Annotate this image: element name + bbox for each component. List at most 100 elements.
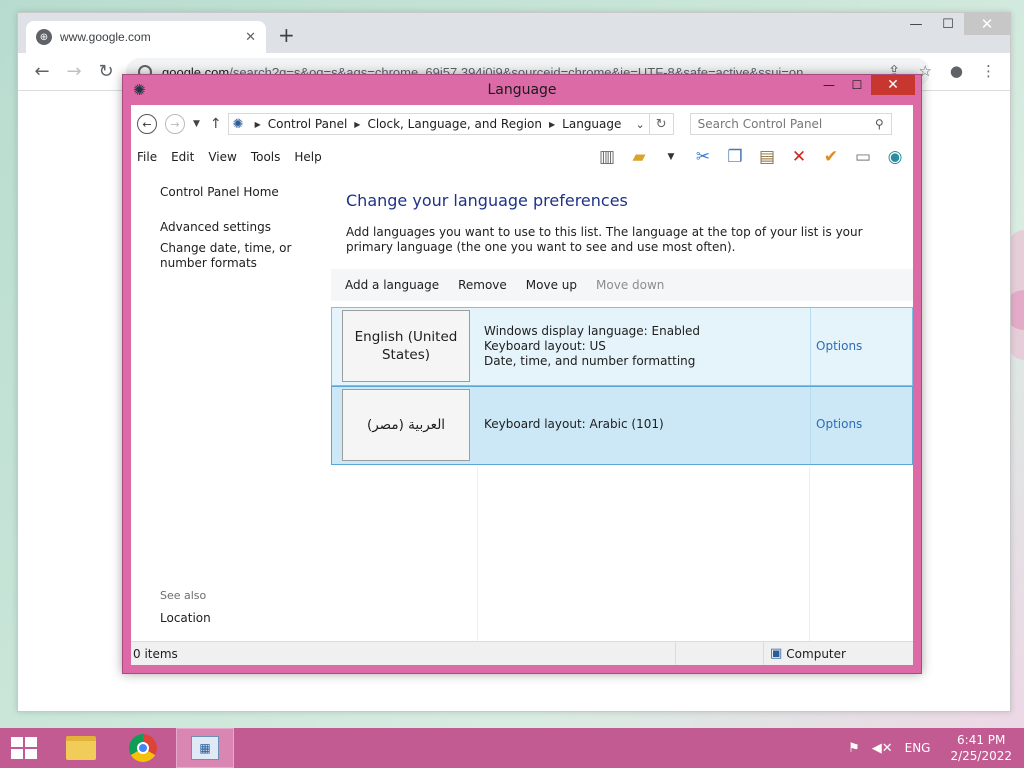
taskbar: ▦ ⚑ ◀✕ ENG 6:41 PM 2/25/2022 [0, 728, 1024, 768]
toolbar-icons: ▥ ▰ ▼ ✂ ❐ ▤ ✕ ✔ ▭ ◉ [595, 146, 907, 168]
window-controls: — ☐ ✕ [815, 75, 915, 95]
clock-date: 2/25/2022 [950, 749, 1012, 763]
breadcrumb-separator[interactable]: ▶ [354, 120, 360, 129]
window-body: Control Panel Home Advanced settings Cha… [131, 171, 913, 641]
layout-icon[interactable]: ▥ [595, 146, 619, 168]
item-count: 0 items [131, 642, 676, 665]
back-arrow-icon[interactable]: ← [137, 114, 157, 134]
refresh-icon[interactable]: ↻ [649, 113, 674, 135]
column-divider [477, 467, 478, 641]
delete-icon[interactable]: ✕ [787, 146, 811, 168]
globe-icon[interactable]: ◉ [883, 146, 907, 168]
tab-close-icon[interactable]: ✕ [245, 30, 256, 45]
status-bar: 0 items ▣ Computer [131, 641, 913, 665]
language-row-english[interactable]: English (United States) Windows display … [331, 307, 913, 386]
browser-window-controls: — ☐ ✕ [900, 13, 1010, 35]
see-also-heading: See also [160, 589, 207, 602]
paste-icon[interactable]: ▤ [755, 146, 779, 168]
minimize-button[interactable]: — [815, 75, 843, 95]
browser-close-button[interactable]: ✕ [964, 13, 1010, 35]
keyboard-layout: Keyboard layout: Arabic (101) [484, 417, 664, 431]
menu-help[interactable]: Help [294, 150, 321, 164]
browser-tab[interactable]: ⊕ www.google.com ✕ [26, 21, 266, 53]
language-tile[interactable]: العربية (مصر) [342, 389, 470, 461]
dropdown-icon[interactable]: ▼ [659, 146, 683, 168]
system-tray: ⚑ ◀✕ ENG 6:41 PM 2/25/2022 [848, 728, 1012, 768]
breadcrumb-separator[interactable]: ▶ [549, 120, 555, 129]
search-input[interactable]: Search Control Panel ⚲ [689, 113, 892, 135]
checkmark-icon[interactable]: ✔ [819, 146, 843, 168]
folder-icon[interactable]: ▰ [627, 146, 651, 168]
close-button[interactable]: ✕ [871, 75, 915, 95]
remove-button[interactable]: Remove [458, 278, 507, 292]
status-location-label: Computer [786, 646, 846, 661]
breadcrumb-separator[interactable]: ▶ [255, 120, 261, 129]
menu-file[interactable]: File [137, 150, 157, 164]
language-window: ✺ Language — ☐ ✕ ← → ▼ ↑ ✺ ▶ Control Pan… [122, 74, 922, 674]
navigation-bar: ← → ▼ ↑ ✺ ▶ Control Panel ▶ Clock, Langu… [131, 105, 913, 143]
clock[interactable]: 6:41 PM 2/25/2022 [950, 732, 1012, 764]
window-titlebar[interactable]: ✺ Language — ☐ ✕ [123, 75, 921, 105]
clock-time: 6:41 PM [957, 733, 1006, 747]
breadcrumb-language[interactable]: Language [562, 117, 621, 131]
display-language-status: Windows display language: Enabled [484, 324, 701, 338]
forward-arrow-icon[interactable]: → [165, 114, 185, 134]
up-arrow-icon[interactable]: ↑ [210, 116, 222, 132]
control-panel-home-link[interactable]: Control Panel Home [160, 185, 329, 199]
language-tile[interactable]: English (United States) [342, 310, 470, 382]
reload-button[interactable]: ↻ [90, 61, 122, 82]
breadcrumb-clock-language-region[interactable]: Clock, Language, and Region [367, 117, 542, 131]
windows-logo-icon [11, 737, 37, 759]
location-link[interactable]: Location [160, 611, 211, 625]
cut-icon[interactable]: ✂ [691, 146, 715, 168]
menu-view[interactable]: View [208, 150, 236, 164]
search-placeholder: Search Control Panel [697, 117, 823, 131]
left-pane: Control Panel Home Advanced settings Cha… [131, 171, 329, 641]
add-language-button[interactable]: Add a language [345, 278, 439, 292]
window-title: Language [487, 82, 557, 98]
back-button[interactable]: ← [26, 61, 58, 82]
profile-icon[interactable]: ● [950, 62, 963, 80]
menu-bar: File Edit View Tools Help ▥ ▰ ▼ ✂ ❐ ▤ ✕ … [131, 143, 913, 171]
formatting-info: Date, time, and number formatting [484, 354, 696, 368]
input-language-indicator[interactable]: ENG [905, 741, 931, 755]
chevron-down-icon[interactable]: ⌄ [635, 118, 644, 131]
menu-tools[interactable]: Tools [251, 150, 281, 164]
language-row-arabic[interactable]: العربية (مصر) Keyboard layout: Arabic (1… [331, 386, 913, 465]
language-details: Keyboard layout: Arabic (101) [484, 417, 664, 432]
status-divider [676, 642, 764, 665]
network-icon[interactable]: ⚑ [848, 741, 860, 756]
properties-icon[interactable]: ▭ [851, 146, 875, 168]
file-explorer-taskbar-button[interactable] [52, 728, 110, 768]
browser-maximize-button[interactable]: ☐ [932, 13, 964, 35]
keyboard-layout: Keyboard layout: US [484, 339, 606, 353]
volume-muted-icon[interactable]: ◀✕ [872, 741, 893, 756]
maximize-button[interactable]: ☐ [843, 75, 871, 95]
window-content: ← → ▼ ↑ ✺ ▶ Control Panel ▶ Clock, Langu… [131, 105, 913, 665]
menu-kebab-icon[interactable]: ⋮ [981, 62, 996, 80]
move-up-button[interactable]: Move up [526, 278, 577, 292]
new-tab-button[interactable]: + [278, 23, 295, 47]
control-panel-taskbar-button[interactable]: ▦ [176, 728, 234, 768]
breadcrumb-control-panel[interactable]: Control Panel [268, 117, 348, 131]
menu-edit[interactable]: Edit [171, 150, 194, 164]
control-panel-icon: ▦ [191, 736, 219, 760]
advanced-settings-link[interactable]: Advanced settings [160, 220, 329, 234]
column-divider [809, 467, 810, 641]
copy-icon[interactable]: ❐ [723, 146, 747, 168]
recent-pages-dropdown-icon[interactable]: ▼ [193, 119, 200, 129]
browser-tabstrip: ⊕ www.google.com ✕ + — ☐ ✕ [18, 13, 1010, 53]
browser-minimize-button[interactable]: — [900, 13, 932, 35]
options-link[interactable]: Options [816, 339, 862, 353]
change-date-time-link[interactable]: Change date, time, or number formats [160, 241, 329, 271]
address-bar[interactable]: ✺ ▶ Control Panel ▶ Clock, Language, and… [227, 113, 650, 135]
options-link[interactable]: Options [816, 417, 862, 431]
options-column [810, 308, 811, 385]
start-button[interactable] [0, 728, 48, 768]
folder-icon [66, 736, 96, 760]
search-icon[interactable]: ⚲ [875, 117, 884, 131]
chrome-taskbar-button[interactable] [114, 728, 172, 768]
forward-button[interactable]: → [58, 61, 90, 82]
page-title: Change your language preferences [346, 191, 628, 210]
globe-icon: ⊕ [36, 29, 52, 45]
